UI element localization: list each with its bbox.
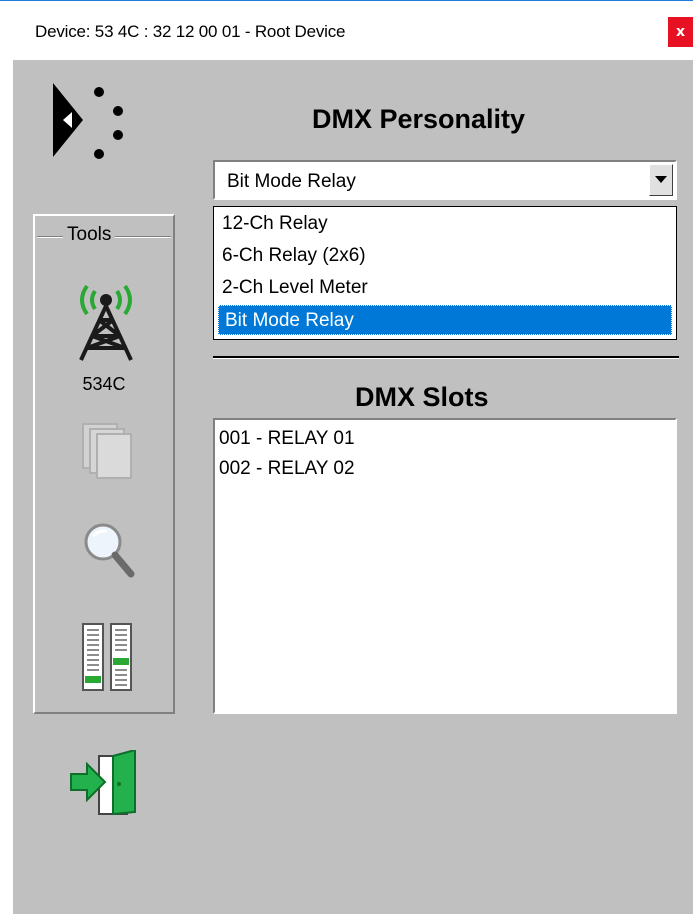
slots-title: DMX Slots: [355, 382, 489, 412]
device-label: 534C: [82, 374, 126, 394]
exit-door-icon[interactable]: [69, 750, 139, 816]
magnifier-icon[interactable]: [83, 522, 135, 580]
close-icon: x: [675, 24, 686, 40]
close-button[interactable]: x: [668, 17, 693, 47]
title-bar: Device: 53 4C : 32 12 00 01 - Root Devic…: [0, 0, 693, 61]
dropdown-option[interactable]: 2-Ch Level Meter: [216, 273, 674, 303]
dropdown-option[interactable]: 12-Ch Relay: [216, 209, 674, 239]
slots-listbox[interactable]: 001 - RELAY 01 002 - RELAY 02: [213, 418, 677, 714]
antenna-tower-icon[interactable]: [73, 280, 139, 362]
slot-item[interactable]: 001 - RELAY 01: [219, 424, 355, 454]
dropdown-option-selected[interactable]: Bit Mode Relay: [218, 305, 672, 335]
dropdown-button[interactable]: [649, 164, 673, 196]
personality-dropdown-list: 12-Ch Relay 6-Ch Relay (2x6) 2-Ch Level …: [213, 206, 677, 340]
dropdown-option[interactable]: 6-Ch Relay (2x6): [216, 241, 674, 271]
personality-selected-value: Bit Mode Relay: [227, 171, 356, 192]
tools-label: Tools: [63, 224, 116, 246]
app-logo: [53, 83, 123, 159]
personality-combobox[interactable]: Bit Mode Relay: [213, 160, 677, 200]
window-title: Device: 53 4C : 32 12 00 01 - Root Devic…: [35, 22, 346, 41]
client-area: Tools 534C DMX Personality Bit Mode Rela…: [13, 60, 693, 914]
tools-panel: Tools 534C: [33, 214, 175, 714]
separator-line: [213, 356, 679, 359]
slot-item[interactable]: 002 - RELAY 02: [219, 454, 355, 484]
fader-mixer-icon[interactable]: [81, 622, 135, 692]
personality-title: DMX Personality: [312, 104, 526, 134]
documents-icon[interactable]: [81, 422, 135, 480]
chevron-down-icon: [655, 176, 667, 183]
